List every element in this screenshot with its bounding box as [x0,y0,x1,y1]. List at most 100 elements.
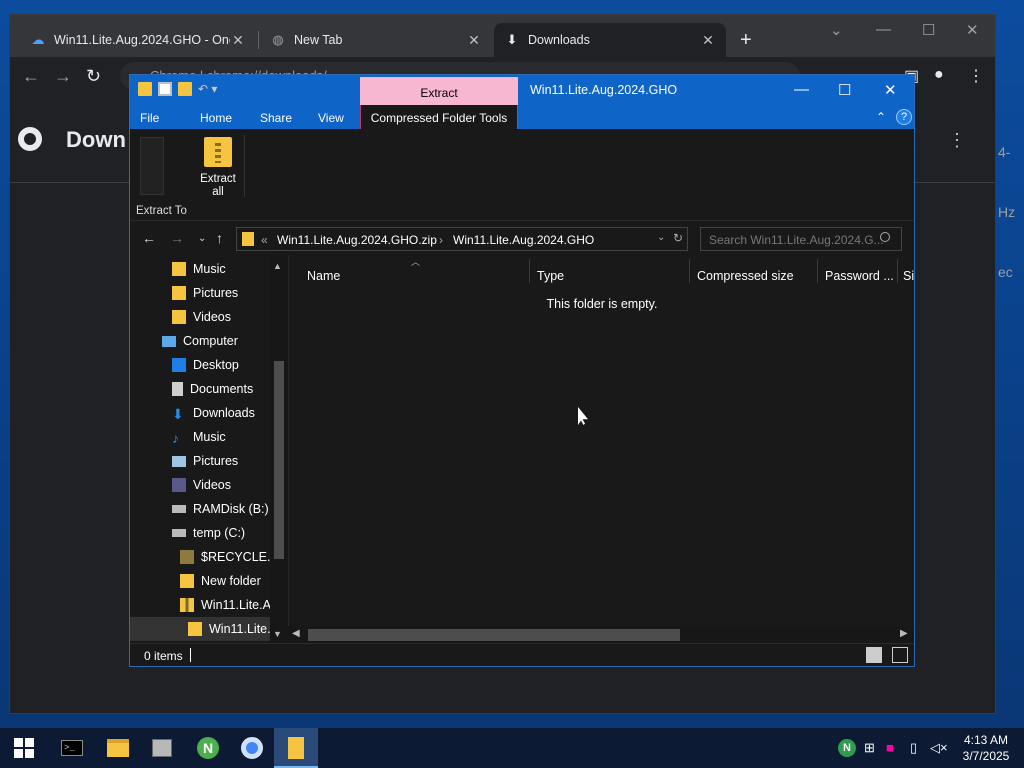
properties-icon[interactable] [158,82,172,96]
large-icons-view-icon[interactable] [892,647,908,663]
recent-locations-icon[interactable]: ⌄ [198,233,206,244]
tab-compressed-folder-tools[interactable]: Compressed Folder Tools [360,105,518,129]
address-bar[interactable]: « Win11.Lite.Aug.2024.GHO.zip › Win11.Li… [236,227,688,251]
nav-item-videos[interactable]: Videos [172,305,231,329]
extract-all-button[interactable]: Extract all [196,173,240,199]
nav-item-documents[interactable]: Documents [172,377,253,401]
scroll-up-icon[interactable]: ▲ [273,261,282,271]
tab-downloads[interactable]: ⬇ Downloads ✕ [494,23,726,57]
tab-view[interactable]: View [318,111,344,125]
breadcrumb-overflow[interactable]: « [261,233,268,247]
nav-item-temp-drive[interactable]: temp (C:) [172,521,245,545]
tab-new-tab[interactable]: ◍ New Tab ✕ [260,23,492,57]
help-icon[interactable]: ? [896,109,912,125]
taskbar-file-explorer[interactable] [96,728,140,768]
folder-icon [288,737,304,759]
nav-item-music[interactable]: Music [172,257,226,281]
scroll-left-icon[interactable]: ◀ [292,628,300,639]
scroll-down-icon[interactable]: ▼ [273,629,282,639]
back-icon[interactable]: ← [142,230,156,246]
close-tab-icon[interactable]: ✕ [700,32,716,49]
undo-icon[interactable]: ↶ ▾ [198,82,217,96]
new-tab-button[interactable]: + [740,29,752,52]
address-dropdown-icon[interactable]: ⌄ [657,232,665,243]
new-folder-icon[interactable] [178,82,192,96]
nav-item-downloads[interactable]: ⬇ Downloads [172,401,255,425]
column-password[interactable]: Password ... [825,269,894,283]
column-size[interactable]: Si [903,269,915,283]
nav-item-label: Videos [193,310,231,324]
nav-scrollbar-thumb[interactable] [274,361,284,559]
forward-icon[interactable]: → [170,230,184,246]
nav-item-computer[interactable]: Computer [162,329,238,353]
menu-icon[interactable]: ⋮ [968,66,984,86]
nav-item-videos-library[interactable]: Videos [172,473,231,497]
tab-title: New Tab [294,33,343,47]
column-divider[interactable] [529,259,530,283]
taskbar-terminal[interactable]: >_ [50,728,94,768]
column-name[interactable]: Name [307,269,340,283]
taskbar-app[interactable] [140,728,184,768]
battery-icon[interactable]: ▯ [910,740,917,756]
nav-item-label: New folder [201,574,261,588]
back-icon[interactable]: ← [22,66,40,87]
taskbar-chrome[interactable] [230,728,274,768]
file-explorer-icon [107,739,129,757]
volume-muted-icon[interactable]: ◁× [930,740,948,756]
nav-item-new-folder[interactable]: New folder [180,569,261,593]
more-options-icon[interactable]: ⋮ [948,130,966,151]
tab-onedrive[interactable]: ☁ Win11.Lite.Aug.2024.GHO - One ✕ [20,23,256,57]
nav-item-pictures-library[interactable]: Pictures [172,449,238,473]
tab-share[interactable]: Share [260,111,292,125]
scroll-right-icon[interactable]: ▶ [900,628,908,639]
horizontal-scrollbar[interactable]: ◀ ▶ [288,626,914,643]
minimize-icon[interactable]: — [794,81,809,98]
tab-search-icon[interactable]: ⌄ [830,21,843,39]
close-tab-icon[interactable]: ✕ [466,32,482,49]
close-icon[interactable]: ✕ [884,81,897,99]
profile-icon[interactable]: ● [934,66,944,84]
column-divider[interactable] [817,259,818,283]
navigation-pane: Music Pictures Videos Computer Desktop D… [130,255,288,643]
refresh-icon[interactable]: ↻ [673,231,683,245]
nav-item-zip[interactable]: Win11.Lite.Au [180,593,278,617]
maximize-icon[interactable]: ☐ [838,81,851,99]
breadcrumb-separator[interactable]: › [439,233,443,247]
start-button[interactable] [2,728,46,768]
nav-item-music-library[interactable]: ♪ Music [172,425,226,449]
network-icon[interactable]: ⊞ [864,740,875,756]
nav-item-desktop[interactable]: Desktop [172,353,239,377]
column-compressed-size[interactable]: Compressed size [697,269,794,283]
tab-file[interactable]: File [140,111,159,125]
breadcrumb-folder[interactable]: Win11.Lite.Aug.2024.GHO [453,233,594,247]
search-icon[interactable] [880,232,890,242]
system-clock[interactable]: 4:13 AM 3/7/2025 [952,732,1020,764]
up-icon[interactable]: ↑ [216,230,223,246]
nav-item-ramdisk[interactable]: RAMDisk (B:) [172,497,269,521]
tray-n-icon[interactable]: N [838,739,856,757]
search-input[interactable]: Search Win11.Lite.Aug.2024.G... [700,227,902,251]
column-divider[interactable] [897,259,898,283]
taskbar-n-app[interactable]: N [186,728,230,768]
close-icon[interactable]: ✕ [966,21,979,39]
nav-item-pictures[interactable]: Pictures [172,281,238,305]
nav-item-label: Music [193,430,226,444]
taskbar-explorer-active[interactable] [274,728,318,768]
column-divider[interactable] [689,259,690,283]
explorer-titlebar[interactable]: ↶ ▾ Extract Win11.Lite.Aug.2024.GHO — ☐ … [130,75,914,107]
details-view-icon[interactable] [866,647,882,663]
tab-home[interactable]: Home [200,111,232,125]
extract-to-destinations[interactable] [140,137,164,195]
breadcrumb-zip[interactable]: Win11.Lite.Aug.2024.GHO.zip [277,233,437,247]
horizontal-scrollbar-thumb[interactable] [308,629,680,641]
collapse-ribbon-icon[interactable]: ⌃ [876,110,886,124]
minimize-icon[interactable]: — [876,21,891,38]
extract-all-icon[interactable] [204,137,232,167]
color-app-icon[interactable]: ■ [886,740,894,755]
close-tab-icon[interactable]: ✕ [230,32,246,49]
forward-icon[interactable]: → [54,66,72,87]
reload-icon[interactable]: ↻ [86,66,101,87]
maximize-icon[interactable]: ☐ [922,21,935,39]
nav-item-selected-folder[interactable]: Win11.Lite.A [130,617,288,641]
column-type[interactable]: Type [537,269,564,283]
